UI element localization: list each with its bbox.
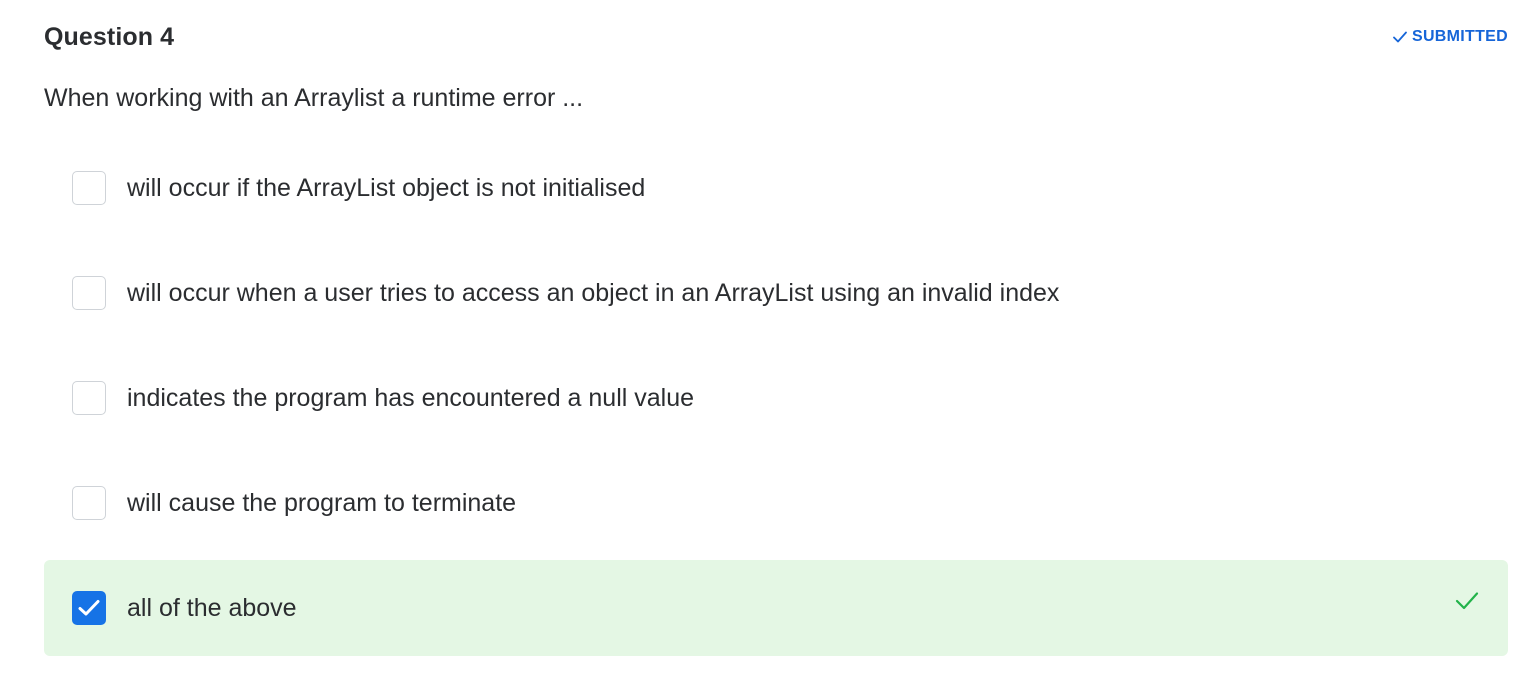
answer-checkbox-checked[interactable] xyxy=(72,591,106,625)
answer-option[interactable]: will occur if the ArrayList object is no… xyxy=(44,140,1508,236)
answer-checkbox[interactable] xyxy=(72,381,106,415)
answer-label: will occur when a user tries to access a… xyxy=(127,278,1060,307)
answer-label: will occur if the ArrayList object is no… xyxy=(127,173,646,202)
submitted-status: SUBMITTED xyxy=(1392,28,1508,46)
answer-checkbox[interactable] xyxy=(72,171,106,205)
answer-option[interactable]: will cause the program to terminate xyxy=(44,455,1508,551)
answer-option[interactable]: indicates the program has encountered a … xyxy=(44,350,1508,446)
answer-options: will occur if the ArrayList object is no… xyxy=(44,140,1508,665)
answer-label: all of the above xyxy=(127,593,297,622)
answer-checkbox[interactable] xyxy=(72,486,106,520)
answer-checkbox[interactable] xyxy=(72,276,106,310)
answer-option-selected[interactable]: all of the above xyxy=(44,560,1508,656)
answer-label: will cause the program to terminate xyxy=(127,488,517,517)
question-prompt: When working with an Arraylist a runtime… xyxy=(44,84,584,112)
check-icon xyxy=(1392,30,1408,44)
checkmark-icon xyxy=(78,600,100,616)
correct-check-icon xyxy=(1454,590,1480,617)
question-title: Question 4 xyxy=(44,22,175,51)
answer-option[interactable]: will occur when a user tries to access a… xyxy=(44,245,1508,341)
status-label: SUBMITTED xyxy=(1411,28,1508,45)
question-header: Question 4 SUBMITTED xyxy=(44,18,1508,56)
answer-label: indicates the program has encountered a … xyxy=(127,383,695,412)
